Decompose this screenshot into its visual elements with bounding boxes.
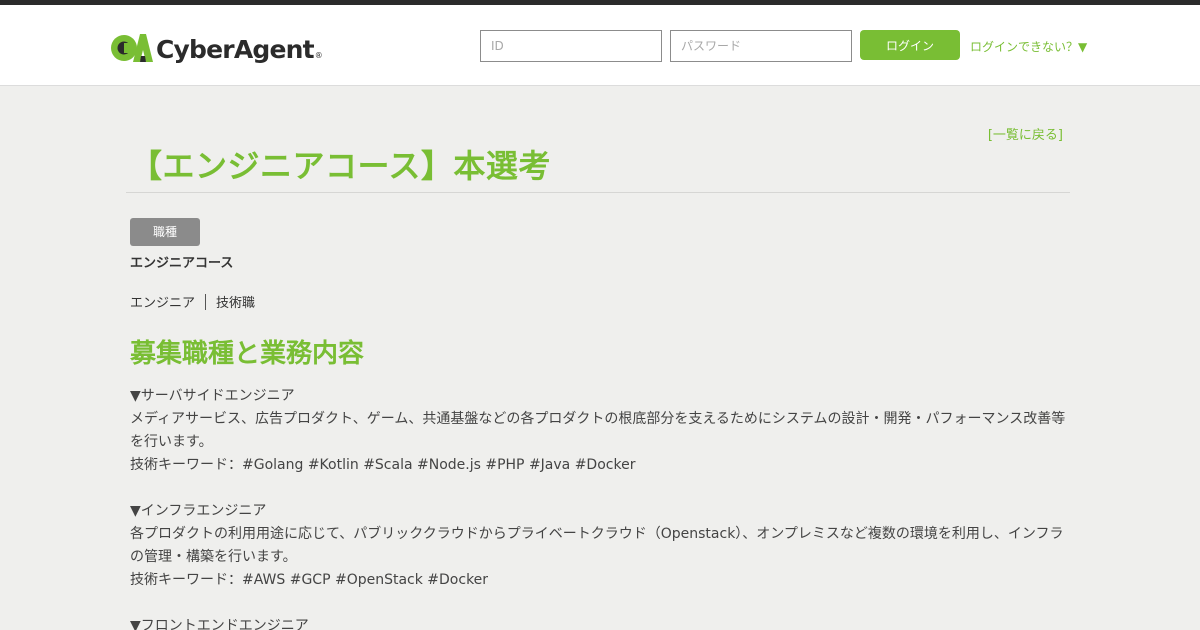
job-tags: エンジニア 技術職 <box>130 292 1070 311</box>
cannot-login-link[interactable]: ログインできない？▼ <box>970 38 1087 55</box>
course-name: エンジニアコース <box>130 256 234 271</box>
page-title: 【エンジニアコース】本選考 <box>126 146 1070 193</box>
tag-engineer: エンジニア <box>130 296 196 311</box>
registered-mark: ® <box>314 50 323 60</box>
section-title: 募集職種と業務内容 <box>130 339 365 369</box>
password-input[interactable] <box>670 30 852 62</box>
job-type-badge: 職種 <box>130 218 200 246</box>
tag-divider <box>205 293 207 310</box>
id-input[interactable] <box>480 30 662 62</box>
back-to-list-link[interactable]: [一覧に戻る] <box>130 124 1070 144</box>
logo-wordmark: CyberAgent <box>156 34 315 64</box>
job-description: ▼サーバサイドエンジニア メディアサービス、広告プロダクト、ゲーム、共通基盤など… <box>130 388 1066 630</box>
login-button[interactable]: ログイン <box>860 30 960 60</box>
cyberagent-logo[interactable]: CyberAgent ® <box>111 28 323 68</box>
tag-technical: 技術職 <box>216 296 256 311</box>
ca-logo-icon <box>111 34 153 62</box>
main-content: [一覧に戻る] 【エンジニアコース】本選考 職種 エンジニアコース エンジニア … <box>126 86 1070 630</box>
site-header: CyberAgent ® ログイン ログインできない？▼ <box>0 5 1200 86</box>
